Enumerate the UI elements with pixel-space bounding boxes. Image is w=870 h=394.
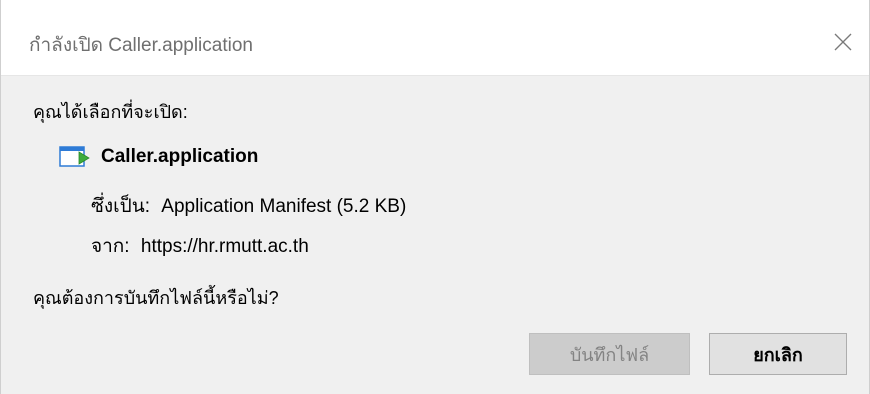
- dialog-title: กำลังเปิด Caller.application: [29, 35, 253, 56]
- file-type-value: Application Manifest (5.2 KB): [161, 196, 407, 217]
- save-file-button[interactable]: บันทึกไฟล์: [529, 333, 690, 375]
- file-row: Caller.application: [59, 145, 258, 169]
- open-file-dialog: กำลังเปิด Caller.application คุณได้เลือก…: [0, 0, 870, 394]
- open-prompt: คุณได้เลือกที่จะเปิด:: [33, 102, 188, 122]
- close-icon: [834, 33, 852, 51]
- file-source-value: https://hr.rmutt.ac.th: [140, 236, 309, 257]
- cancel-button[interactable]: ยกเลิก: [709, 333, 847, 375]
- file-type-row: ซึ่งเป็น: Application Manifest (5.2 KB): [91, 191, 406, 221]
- file-source-row: จาก: https://hr.rmutt.ac.th: [91, 231, 309, 261]
- save-question: คุณต้องการบันทึกไฟล์นี้หรือไม่?: [33, 288, 279, 308]
- title-bar: กำลังเปิด Caller.application: [1, 0, 869, 76]
- application-file-icon: [59, 145, 91, 169]
- file-source-label: จาก:: [91, 236, 130, 257]
- close-button[interactable]: [821, 22, 865, 62]
- file-name: Caller.application: [101, 146, 259, 167]
- file-type-label: ซึ่งเป็น:: [91, 196, 150, 217]
